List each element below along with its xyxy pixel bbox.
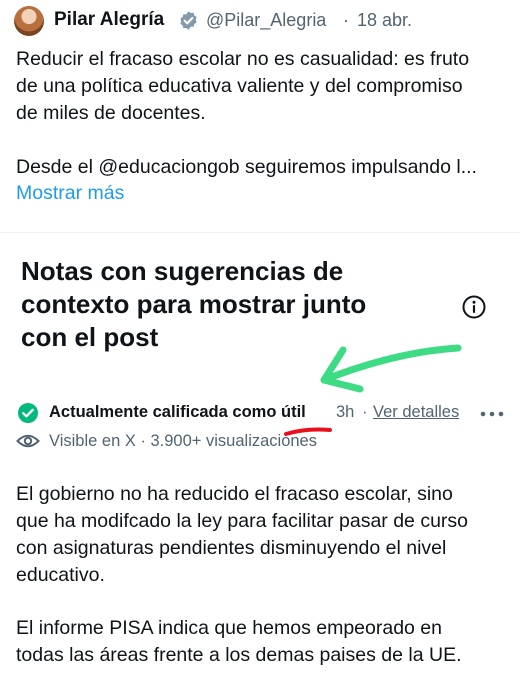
view-details-link[interactable]: Ver detalles — [373, 403, 459, 422]
info-icon[interactable] — [461, 294, 487, 320]
divider — [0, 232, 520, 233]
note-visibility: Visible en X · 3.900+ visualizaciones — [49, 432, 317, 450]
eye-icon — [16, 434, 40, 448]
note-paragraph: El informe PISA indica que hemos empeora… — [16, 615, 511, 669]
tweet-text-line: Desde el @educaciongob seguiremos impuls… — [16, 156, 477, 178]
note-status-label: Actualmente calificada como útil — [49, 403, 306, 421]
note-text-line: que ha modifcado la ley para facilitar p… — [16, 510, 469, 532]
more-horizontal-icon[interactable] — [480, 411, 504, 417]
note-time: 3h — [336, 403, 355, 421]
show-more-link[interactable]: Mostrar más — [16, 182, 124, 205]
note-text-line: El gobierno no ha reducido el fracaso es… — [16, 483, 453, 505]
author-name[interactable]: Pilar Alegría — [54, 9, 164, 31]
tweet-text-line: de una política educativa valiente y del… — [16, 75, 463, 97]
author-handle[interactable]: @Pilar_Alegria — [206, 10, 326, 31]
check-circle-icon — [18, 403, 38, 423]
tweet-text-line: de miles de docentes. — [16, 102, 206, 124]
tweet-text-line — [16, 127, 511, 154]
note-text-line: todas las áreas frente a los demas paise… — [16, 644, 462, 666]
note-text-line: con asignaturas pendientes disminuyendo … — [16, 537, 447, 559]
note-text-line: El informe PISA indica que hemos empeora… — [16, 617, 443, 639]
notes-title-line: Notas con sugerencias de — [21, 256, 344, 286]
separator-dot: · — [343, 10, 349, 30]
note-text-line: educativo. — [16, 564, 105, 586]
note-paragraph: El gobierno no ha reducido el fracaso es… — [16, 481, 511, 589]
notes-title-line: con el post — [21, 322, 159, 352]
separator-dot: · — [362, 403, 368, 421]
tweet-text: Reducir el fracaso escolar no es casuali… — [16, 46, 511, 181]
tweet-text-line: Reducir el fracaso escolar no es casuali… — [16, 48, 470, 70]
author-avatar[interactable] — [14, 6, 44, 36]
notes-section-title: Notas con sugerencias de contexto para m… — [21, 255, 421, 354]
tweet[interactable]: Pilar Alegría @Pilar_Alegria · 18 abr. R… — [0, 0, 520, 232]
post-date[interactable]: 18 abr. — [357, 10, 412, 31]
verified-badge-icon — [180, 11, 197, 30]
notes-title-line: contexto para mostrar junto — [21, 289, 367, 319]
